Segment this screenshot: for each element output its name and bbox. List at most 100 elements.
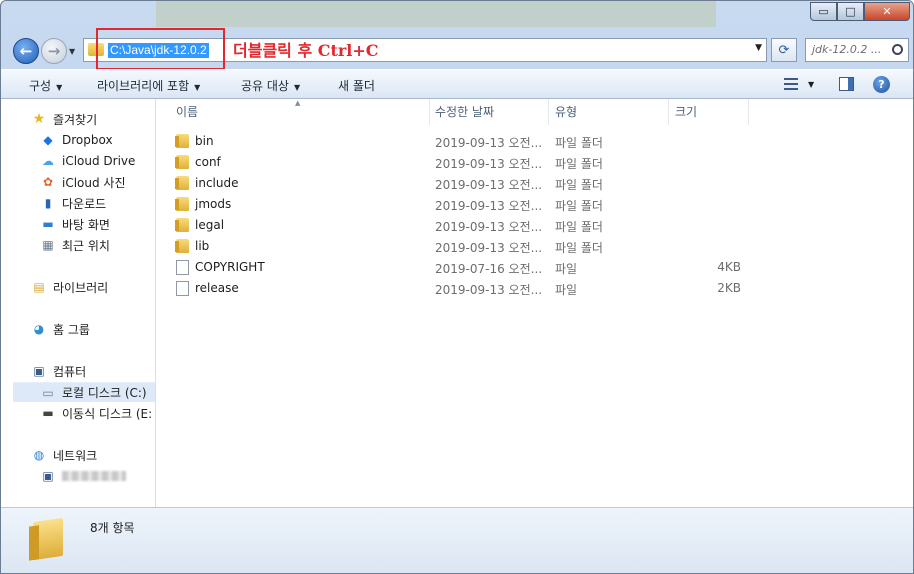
- desktop-icon: ▬: [42, 217, 54, 231]
- chevron-down-icon: ▼: [293, 83, 301, 92]
- column-type-label: 유형: [555, 105, 578, 119]
- file-date: 2019-09-13 오전...: [435, 220, 543, 234]
- command-toolbar: 구성 ▼ 라이브러리에 포함 ▼ 공유 대상 ▼ 새 폴더 ▼ ?: [1, 69, 913, 99]
- file-row[interactable]: jmods 2019-09-13 오전... 파일 폴더: [170, 194, 870, 215]
- column-size-label: 크기: [675, 105, 698, 119]
- file-date: 2019-09-13 오전...: [435, 157, 543, 171]
- preview-pane-icon[interactable]: [839, 77, 854, 91]
- help-icon[interactable]: ?: [873, 76, 890, 93]
- highlight-box: [96, 28, 225, 70]
- nav-libraries-label: 라이브러리: [53, 280, 109, 295]
- file-name: jmods: [195, 197, 232, 211]
- recent-pages-dropdown-icon[interactable]: ▼: [69, 47, 75, 56]
- nav-recent-label: 최근 위치: [62, 238, 110, 253]
- file-name: include: [195, 176, 239, 190]
- nav-downloads-label: 다운로드: [62, 196, 107, 211]
- download-icon: ▮: [44, 196, 52, 210]
- folder-icon: [175, 155, 189, 169]
- star-icon: ★: [32, 111, 46, 127]
- file-type: 파일: [555, 262, 578, 276]
- maximize-button[interactable]: □: [837, 2, 864, 21]
- file-type: 파일 폴더: [555, 136, 603, 150]
- view-options-icon[interactable]: [784, 78, 798, 90]
- details-pane: 8개 항목: [1, 507, 913, 573]
- nav-desktop-label: 바탕 화면: [62, 217, 110, 232]
- explorer-window: ▭ □ ✕ ← → ▼ C:\Java\jdk-12.0.2 ▼ ⟳ jdk-1…: [0, 0, 914, 574]
- column-date-label: 수정한 날짜: [435, 105, 495, 119]
- include-library-button[interactable]: 라이브러리에 포함 ▼: [97, 77, 200, 94]
- file-name: release: [195, 281, 239, 295]
- column-header-size[interactable]: 크기: [669, 99, 749, 125]
- search-icon: [892, 44, 903, 55]
- address-dropdown-icon[interactable]: ▼: [755, 43, 762, 53]
- include-library-label: 라이브러리에 포함: [97, 79, 190, 93]
- refresh-button[interactable]: ⟳: [771, 38, 797, 62]
- file-type: 파일 폴더: [555, 199, 603, 213]
- file-row[interactable]: conf 2019-09-13 오전... 파일 폴더: [170, 152, 870, 173]
- blurred-computer-name: [62, 471, 126, 481]
- organize-button[interactable]: 구성 ▼: [29, 77, 62, 94]
- folder-icon: [175, 134, 189, 148]
- minimize-button[interactable]: ▭: [810, 2, 837, 21]
- chevron-down-icon[interactable]: ▼: [808, 80, 814, 89]
- window-controls: ▭ □ ✕: [810, 2, 910, 21]
- back-button[interactable]: ←: [13, 38, 39, 64]
- background-window-strip: [156, 1, 716, 27]
- file-row[interactable]: include 2019-09-13 오전... 파일 폴더: [170, 173, 870, 194]
- cloud-icon: ☁: [42, 154, 54, 168]
- folder-icon: [33, 517, 63, 561]
- file-name: COPYRIGHT: [195, 260, 265, 274]
- folder-icon: [175, 197, 189, 211]
- file-row[interactable]: release 2019-09-13 오전... 파일 2KB: [170, 278, 870, 299]
- nav-computer-label: 컴퓨터: [53, 364, 87, 379]
- file-date: 2019-09-13 오전...: [435, 241, 543, 255]
- library-icon: ▤: [33, 280, 45, 294]
- file-type: 파일 폴더: [555, 241, 603, 255]
- file-type: 파일 폴더: [555, 220, 603, 234]
- new-folder-button[interactable]: 새 폴더: [338, 77, 375, 94]
- nav-icloud-drive-label: iCloud Drive: [62, 154, 136, 168]
- file-icon: [176, 260, 189, 275]
- file-name: bin: [195, 134, 214, 148]
- file-row[interactable]: bin 2019-09-13 오전... 파일 폴더: [170, 131, 870, 152]
- folder-icon: [175, 239, 189, 253]
- file-name: legal: [195, 218, 225, 232]
- share-with-label: 공유 대상: [241, 79, 289, 93]
- drive-icon: ▭: [42, 385, 54, 400]
- nav-local-disk[interactable]: ▭ 로컬 디스크 (C:): [13, 382, 155, 402]
- column-header-date[interactable]: 수정한 날짜: [429, 99, 549, 125]
- file-type: 파일 폴더: [555, 178, 603, 192]
- file-size: 2KB: [717, 281, 741, 295]
- share-with-button[interactable]: 공유 대상 ▼: [241, 77, 300, 94]
- column-name-label: 이름: [176, 105, 199, 119]
- forward-button[interactable]: →: [41, 38, 67, 64]
- file-row[interactable]: legal 2019-09-13 오전... 파일 폴더: [170, 215, 870, 236]
- file-list: 이름 ▲ 수정한 날짜 유형 크기 bin 2019-09-13 오전... 파일 …: [156, 99, 913, 507]
- nav-local-disk-label: 로컬 디스크 (C:): [62, 386, 147, 400]
- dropbox-icon: ◆: [43, 133, 53, 147]
- close-button[interactable]: ✕: [864, 2, 910, 21]
- homegroup-icon: ◕: [33, 322, 45, 336]
- nav-network-label: 네트워크: [53, 448, 98, 463]
- folder-icon: [175, 218, 189, 232]
- nav-dropbox-label: Dropbox: [62, 133, 113, 147]
- column-header-type[interactable]: 유형: [549, 99, 669, 125]
- nav-icloud-photos-label: iCloud 사진: [62, 175, 126, 190]
- folder-icon: [175, 176, 189, 190]
- file-row[interactable]: lib 2019-09-13 오전... 파일 폴더: [170, 236, 870, 257]
- file-icon: [176, 281, 189, 296]
- search-input[interactable]: jdk-12.0.2 ...: [805, 38, 909, 62]
- file-name: conf: [195, 155, 221, 169]
- nav-removable-disk-label: 이동식 디스크 (E:: [62, 406, 153, 421]
- usb-drive-icon: ▬: [42, 406, 54, 420]
- chevron-down-icon: ▼: [56, 83, 63, 92]
- file-date: 2019-09-13 오전...: [435, 283, 543, 297]
- file-row[interactable]: COPYRIGHT 2019-07-16 오전... 파일 4KB: [170, 257, 870, 278]
- file-type: 파일 폴더: [555, 157, 603, 171]
- file-date: 2019-09-13 오전...: [435, 178, 543, 192]
- nav-homegroup-label: 홈 그룹: [53, 322, 90, 337]
- file-date: 2019-09-13 오전...: [435, 199, 543, 213]
- file-name: lib: [195, 239, 210, 253]
- file-size: 4KB: [717, 260, 741, 274]
- nav-favorites-label: 즐겨찾기: [53, 112, 98, 127]
